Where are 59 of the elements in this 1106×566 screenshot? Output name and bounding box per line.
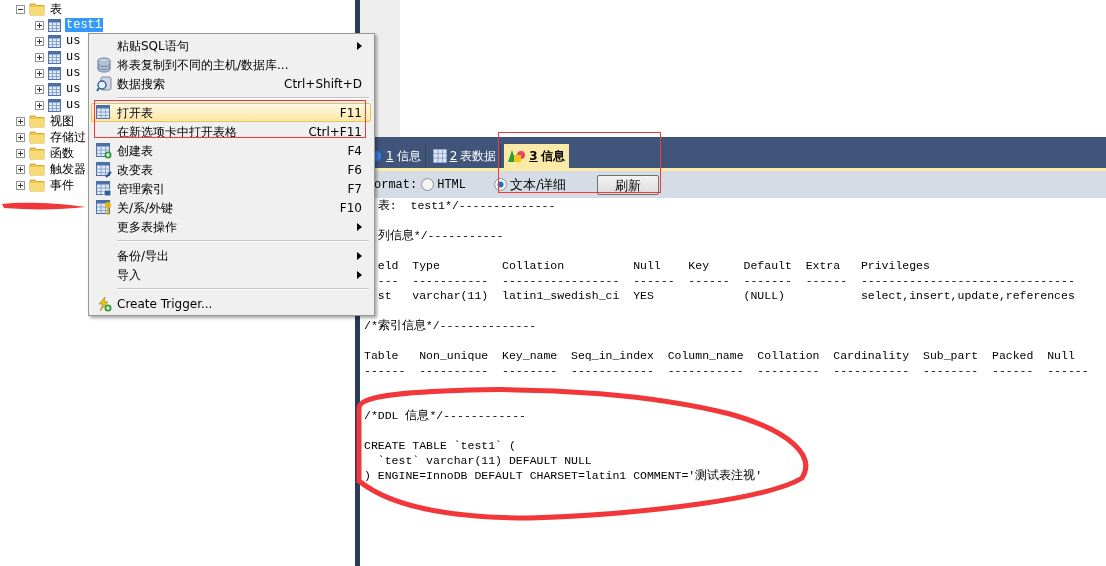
- shortcut-label: F6: [347, 161, 362, 179]
- menu-item-label: Create Trigger...: [117, 295, 214, 313]
- format-label: ormat:: [374, 176, 418, 194]
- tree-item[interactable]: us: [65, 50, 82, 64]
- menu-item[interactable]: 打开表 F11: [91, 103, 371, 122]
- tree-item[interactable]: us: [65, 66, 82, 80]
- tree-item[interactable]: us: [65, 98, 82, 112]
- tree-item[interactable]: us: [65, 82, 82, 96]
- output-line: Table Non_unique Key_name Seq_in_index Column_name Collation Cardinality Sub_part Packed Null: [364, 348, 1075, 363]
- tree-item[interactable]: 视图: [49, 114, 75, 128]
- output-line: CREATE TABLE `test1` (: [364, 438, 516, 453]
- tree-item[interactable]: 表: [49, 2, 63, 16]
- menu-item-label: 将表复制到不同的主机/数据库...: [117, 56, 290, 74]
- menu-item[interactable]: 更多表操作: [91, 217, 371, 236]
- menu-item[interactable]: 粘贴SQL语句: [91, 36, 371, 55]
- menu-item-label: 改变表: [117, 161, 154, 179]
- tree-item[interactable]: 事件: [49, 178, 75, 192]
- menu-item-label: 更多表操作: [117, 218, 178, 236]
- menu-item-label: 关/系/外键: [117, 199, 175, 217]
- menu-item-label: 备份/导出: [117, 247, 171, 265]
- menu-item[interactable]: 导入: [91, 265, 371, 284]
- tree-item[interactable]: 触发器: [49, 162, 87, 176]
- tab[interactable]: 3 信息: [504, 144, 569, 168]
- menu-item[interactable]: 数据搜索 Ctrl+Shift+D: [91, 74, 371, 93]
- menu-item-label: 导入: [117, 266, 142, 284]
- shortcut-label: Ctrl+Shift+D: [284, 75, 362, 93]
- menu-item[interactable]: 备份/导出: [91, 246, 371, 265]
- output-line: /*索引信息*/--------------: [364, 318, 537, 333]
- menu-item-label: 数据搜索: [117, 75, 166, 93]
- output-line: st varchar(11) latin1_swedish_ci YES (NULL) select,insert,update,references: [377, 288, 1075, 303]
- shortcut-label: F11: [339, 104, 362, 122]
- menu-item[interactable]: 将表复制到不同的主机/数据库...: [91, 55, 371, 74]
- menu-item[interactable]: 关/系/外键 F10: [91, 198, 371, 217]
- output-line: ) ENGINE=InnoDB DEFAULT CHARSET=latin1 COMMENT='测试表注视': [364, 468, 763, 483]
- menu-item-label: 管理索引: [117, 180, 166, 198]
- shortcut-label: F4: [347, 142, 362, 160]
- output-line: `test` varchar(11) DEFAULT NULL: [376, 453, 592, 468]
- output-line: 列信息*/-----------: [377, 228, 504, 243]
- output-line: /*DDL 信息*/------------: [364, 408, 527, 423]
- radio-label: 文本/详细: [510, 175, 567, 194]
- tree-item[interactable]: 存储过: [49, 130, 87, 144]
- output-line: --- ----------- ----------------- ------ ------ ------- ------ -------------------------------: [377, 273, 1075, 288]
- menu-item-label: 在新选项卡中打开表格: [117, 123, 238, 141]
- tree-item[interactable]: 函数: [49, 146, 75, 160]
- menu-item[interactable]: 在新选项卡中打开表格 Ctrl+F11: [91, 122, 371, 141]
- shortcut-label: F10: [339, 199, 362, 217]
- menu-item-label: 打开表: [117, 104, 154, 122]
- tree-item[interactable]: us: [65, 34, 82, 48]
- menu-item-label: 粘贴SQL语句: [117, 37, 190, 55]
- output-line: ------ ---------- -------- ------------ ----------- --------- ----------- -------- ------ ------: [364, 363, 1089, 378]
- output-line: 表: test1*/--------------: [377, 198, 556, 213]
- output-line: eld Type Collation Null Key Default Extra Privileges: [377, 258, 930, 273]
- menu-item[interactable]: 管理索引 F7: [91, 179, 371, 198]
- menu-item[interactable]: Create Trigger...: [91, 294, 371, 313]
- refresh-button[interactable]: 刷新: [597, 174, 660, 195]
- shortcut-label: F7: [347, 180, 362, 198]
- menu-item-label: 创建表: [117, 142, 154, 160]
- shortcut-label: Ctrl+F11: [308, 123, 362, 141]
- radio-label: HTML: [437, 176, 467, 194]
